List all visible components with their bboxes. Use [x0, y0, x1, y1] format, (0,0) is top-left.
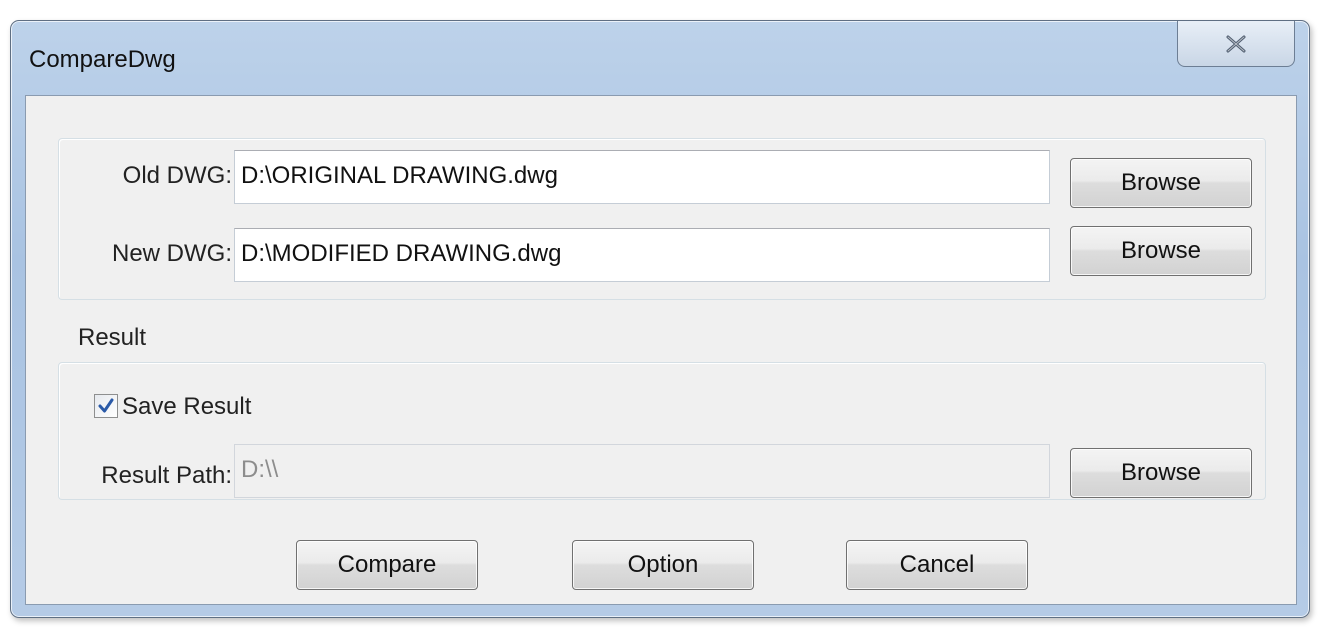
new-dwg-label: New DWG:	[112, 240, 232, 267]
result-path-label: Result Path:	[101, 462, 232, 489]
new-dwg-browse-button[interactable]: Browse	[1070, 226, 1252, 276]
close-icon	[1226, 35, 1246, 52]
result-path-browse-button[interactable]: Browse	[1070, 448, 1252, 498]
save-result-checkbox[interactable]	[94, 394, 118, 418]
checkmark-icon	[98, 398, 114, 413]
old-dwg-input[interactable]: D:\ORIGINAL DRAWING.dwg	[234, 150, 1050, 204]
close-button[interactable]	[1177, 21, 1295, 67]
dialog-client-area: Old DWG: D:\ORIGINAL DRAWING.dwg Browse …	[25, 95, 1297, 605]
save-result-label[interactable]: Save Result	[122, 393, 251, 421]
old-dwg-label: Old DWG:	[122, 162, 232, 189]
new-dwg-input[interactable]: D:\MODIFIED DRAWING.dwg	[234, 228, 1050, 282]
option-button[interactable]: Option	[572, 540, 754, 590]
compare-dwg-window: CompareDwg Old DWG: D:\ORIGINAL DRAWING.…	[10, 20, 1310, 618]
window-title: CompareDwg	[29, 46, 176, 73]
compare-button[interactable]: Compare	[296, 540, 478, 590]
result-path-input: D:\\	[234, 444, 1050, 498]
cancel-button[interactable]: Cancel	[846, 540, 1028, 590]
old-dwg-browse-button[interactable]: Browse	[1070, 158, 1252, 208]
result-group-label: Result	[78, 324, 147, 351]
